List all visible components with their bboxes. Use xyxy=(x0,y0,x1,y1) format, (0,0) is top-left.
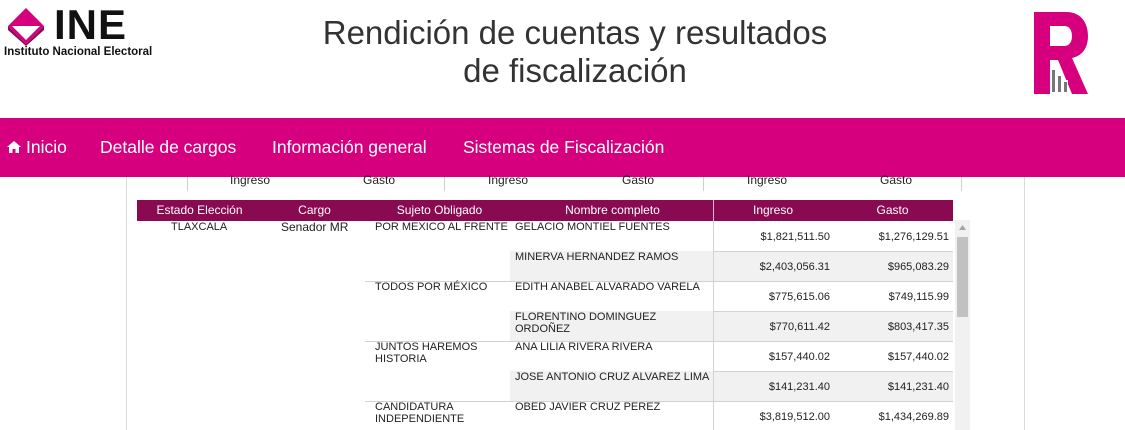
cell-nombre-line: FLORENTINO DOMINGUEZ xyxy=(515,311,657,323)
cell-gasto: $965,083.29 xyxy=(887,261,949,273)
cell-nombre: GELACIO MONTIEL FUENTES xyxy=(515,221,670,233)
summary-gasto-1: Gasto xyxy=(363,173,396,187)
ine-logo[interactable]: INE Instituto Nacional Electoral xyxy=(4,2,174,62)
table-header: Estado Elección Cargo Sujeto Obligado No… xyxy=(137,200,953,221)
cell-sujeto-line: HISTORIA xyxy=(375,353,427,365)
summary-gasto-3: Gasto xyxy=(880,173,913,187)
table-scrollbar[interactable] xyxy=(955,220,970,430)
summary-separator xyxy=(961,177,962,191)
column-header-cargo[interactable]: Cargo xyxy=(262,203,367,217)
cell-sujeto: JUNTOS HAREMOS HISTORIA xyxy=(375,341,477,365)
table-body: TLAXCALA Senador MR POR MEXICO AL FRENTE… xyxy=(137,221,953,430)
cell-sujeto: TODOS POR MÉXICO xyxy=(375,281,488,293)
cell-gasto: $803,417.35 xyxy=(887,321,949,333)
summary-gasto-2: Gasto xyxy=(622,173,655,187)
ine-logo-subtitle: Instituto Nacional Electoral xyxy=(4,46,153,58)
cell-estado: TLAXCALA xyxy=(171,221,228,233)
summary-header-row: Ingreso Gasto Ingreso Gasto Ingreso Gast… xyxy=(187,173,962,191)
cell-nombre: EDITH ANABEL ALVARADO VARELA xyxy=(515,281,700,293)
cell-nombre: JOSE ANTONIO CRUZ ALVAREZ LIMA xyxy=(515,371,710,383)
cell-sujeto-line: CANDIDATURA xyxy=(375,401,454,413)
summary-separator xyxy=(703,177,704,191)
cell-gasto: $749,115.99 xyxy=(888,291,949,303)
cell-sujeto: POR MEXICO AL FRENTE xyxy=(375,221,508,233)
cell-nombre: OBED JAVIER CRUZ PEREZ xyxy=(515,401,661,413)
cell-ingreso: $141,231.40 xyxy=(768,381,830,393)
cell-ingreso: $770,611.42 xyxy=(769,321,830,333)
cell-sujeto-line: JUNTOS HAREMOS xyxy=(375,341,478,353)
summary-separator xyxy=(187,177,188,191)
cell-gasto: $141,231.40 xyxy=(887,381,949,393)
nav-item-sistemas-fiscalizacion[interactable]: Sistemas de Fiscalización xyxy=(463,136,664,158)
cell-nombre: MINERVA HERNANDEZ RAMOS xyxy=(515,251,679,263)
rendicion-logo-icon[interactable] xyxy=(1032,10,1090,96)
summary-ingreso-2: Ingreso xyxy=(488,173,529,187)
cell-gasto: $157,440.02 xyxy=(887,351,949,363)
page: INE Instituto Nacional Electoral Rendici… xyxy=(0,0,1125,430)
column-header-sujeto[interactable]: Sujeto Obligado xyxy=(367,203,512,217)
column-header-estado[interactable]: Estado Elección xyxy=(137,203,262,217)
column-header-gasto[interactable]: Gasto xyxy=(832,203,953,217)
summary-separator xyxy=(444,177,445,191)
page-title-line-1: Rendición de cuentas y resultados xyxy=(322,14,828,51)
row-divider xyxy=(713,251,953,252)
column-divider xyxy=(713,221,714,430)
ine-logo-word: INE xyxy=(54,1,128,48)
cell-sujeto: CANDIDATURA INDEPENDIENTE xyxy=(375,401,464,425)
cell-ingreso: $157,440.02 xyxy=(768,351,830,363)
summary-ingreso-1: Ingreso xyxy=(230,173,271,187)
cell-gasto: $1,434,269.89 xyxy=(878,411,949,423)
cell-gasto: $1,276,129.51 xyxy=(878,231,949,243)
cell-nombre-line: ORDOÑEZ xyxy=(515,323,570,335)
summary-ingreso-3: Ingreso xyxy=(747,173,788,187)
row-divider xyxy=(713,371,953,372)
column-header-nombre[interactable]: Nombre completo xyxy=(512,203,713,217)
column-header-ingreso[interactable]: Ingreso xyxy=(714,203,832,217)
scrollbar-thumb[interactable] xyxy=(957,237,968,317)
row-divider xyxy=(713,311,953,312)
cell-nombre: ANA LILIA RIVERA RIVERA xyxy=(515,341,653,353)
nav-item-inicio[interactable]: Inicio xyxy=(6,136,67,158)
main-nav: Inicio Detalle de cargos Información gen… xyxy=(0,118,1125,177)
scroll-up-arrow-icon[interactable] xyxy=(955,220,970,235)
nav-item-detalle-cargos[interactable]: Detalle de cargos xyxy=(100,136,236,158)
cell-nombre: FLORENTINO DOMINGUEZ ORDOÑEZ xyxy=(515,311,656,335)
cell-ingreso: $2,403,056.31 xyxy=(759,261,830,273)
cell-sujeto-line: INDEPENDIENTE xyxy=(375,413,465,425)
home-icon xyxy=(7,141,21,153)
nav-item-inicio-label: Inicio xyxy=(26,137,67,157)
cell-ingreso: $3,819,512.00 xyxy=(759,411,830,423)
cell-ingreso: $775,615.06 xyxy=(768,291,830,303)
page-title: Rendición de cuentas y resultados de fis… xyxy=(280,14,870,90)
ine-logo-icon xyxy=(8,8,44,46)
site-header: INE Instituto Nacional Electoral Rendici… xyxy=(0,0,1125,118)
cell-ingreso: $1,821,511.50 xyxy=(760,231,830,243)
cell-cargo: Senador MR xyxy=(281,220,349,234)
nav-item-informacion-general[interactable]: Información general xyxy=(272,136,427,158)
page-title-line-2: de fiscalización xyxy=(463,52,687,89)
